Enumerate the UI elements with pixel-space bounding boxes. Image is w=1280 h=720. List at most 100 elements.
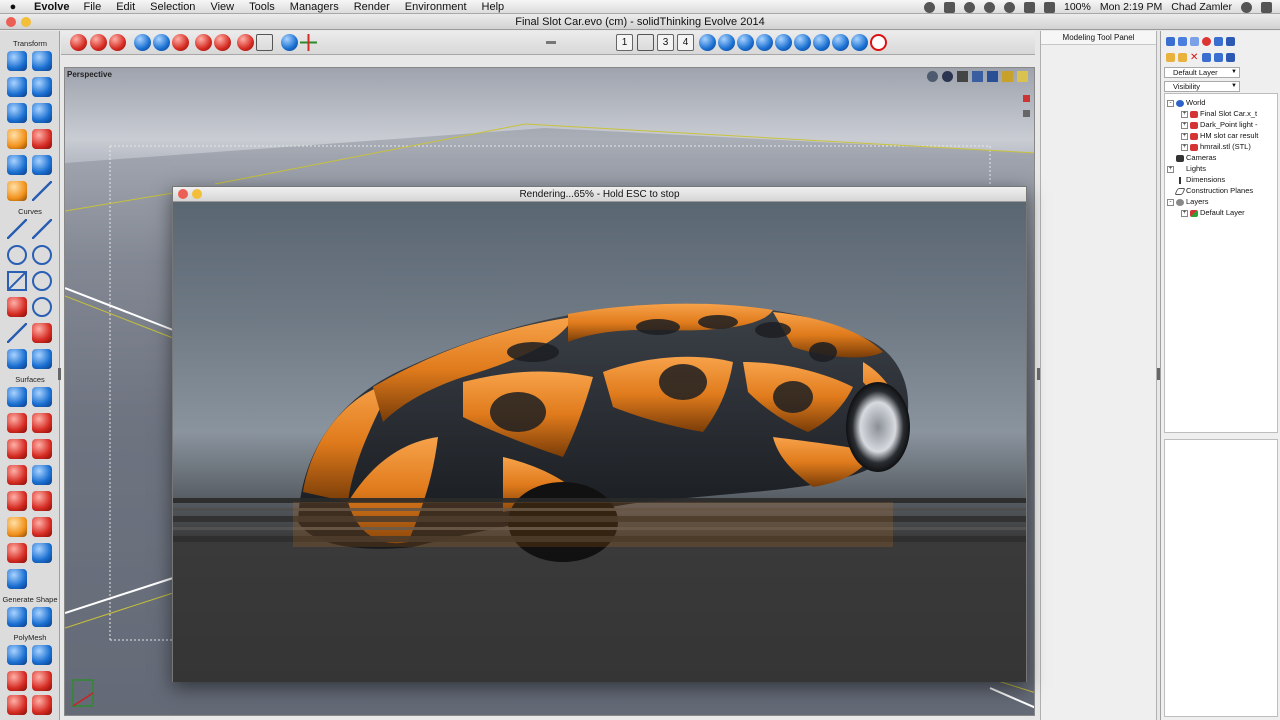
tree-item-lights[interactable]: + Lights [1167, 164, 1206, 173]
tree-item-construction-planes[interactable]: Construction Planes [1174, 186, 1253, 195]
new-layer-icon[interactable] [1178, 53, 1187, 62]
tree-item-world[interactable]: - World [1167, 98, 1205, 107]
patch-tool-icon[interactable] [32, 465, 52, 485]
menu-render[interactable]: Render [354, 1, 390, 13]
app-menu[interactable]: Evolve [26, 1, 69, 13]
menu-selection[interactable]: Selection [150, 1, 195, 13]
loft-tool-icon[interactable] [7, 439, 27, 459]
edit-parametric-icon[interactable] [813, 34, 830, 51]
trim-surface-tool-icon[interactable] [7, 517, 27, 537]
snap-points-icon[interactable] [195, 34, 212, 51]
sphere-tool-icon[interactable] [32, 51, 52, 71]
menu-edit[interactable]: Edit [116, 1, 135, 13]
expand-icon[interactable]: + [1181, 121, 1188, 129]
view-display-icon[interactable] [987, 71, 998, 82]
generate-tool-icon[interactable] [32, 607, 52, 627]
fillet-surface-tool-icon[interactable] [7, 491, 27, 511]
view-light-icon[interactable] [1002, 71, 1013, 82]
zoom-window-icon[interactable] [153, 34, 170, 51]
shell-tool-icon[interactable] [7, 543, 27, 563]
align-tool-icon[interactable] [7, 129, 27, 149]
menu-view[interactable]: View [210, 1, 234, 13]
tree-item-layers[interactable]: - Layers [1167, 197, 1209, 206]
tree-item-object[interactable]: + HM slot car result [1181, 131, 1258, 140]
close-window-icon[interactable] [6, 17, 16, 27]
polymesh-edit-tool-icon[interactable] [32, 645, 52, 665]
browser-views-icon[interactable] [1226, 37, 1235, 46]
polyline-tool-icon[interactable] [7, 219, 27, 239]
browser-cameras-icon[interactable] [1214, 37, 1223, 46]
plane-surface-tool-icon[interactable] [7, 387, 27, 407]
pivot-tool-icon[interactable] [7, 155, 27, 175]
view-layout-1-button[interactable]: 1 [616, 34, 633, 51]
viewport-record-icon[interactable] [1023, 95, 1030, 102]
trim-curve-tool-icon[interactable] [32, 323, 52, 343]
dropbox-icon[interactable] [943, 1, 955, 13]
view-camera-icon[interactable] [972, 71, 983, 82]
menu-help[interactable]: Help [482, 1, 505, 13]
optimize-shape-tool-icon[interactable] [7, 607, 27, 627]
edit-frame-icon[interactable] [794, 34, 811, 51]
render-settings-icon[interactable] [109, 34, 126, 51]
blend-curve-tool-icon[interactable] [7, 323, 27, 343]
collapse-icon[interactable]: - [1167, 99, 1174, 107]
tree-item-default-layer[interactable]: + Default Layer [1181, 208, 1245, 217]
browser-objects-icon[interactable] [1166, 37, 1175, 46]
surface-curve-tool-icon[interactable] [7, 569, 27, 589]
stitch-tool-icon[interactable] [32, 543, 52, 563]
extrude-tool-icon[interactable] [32, 387, 52, 407]
clock-icon[interactable] [963, 1, 975, 13]
polymesh-smooth-tool-icon[interactable] [7, 671, 27, 691]
polymesh-split-tool-icon[interactable] [32, 671, 52, 691]
render-minimize-icon[interactable] [192, 189, 202, 199]
snap-curves-icon[interactable] [214, 34, 231, 51]
view-layout-3-button[interactable]: 3 [657, 34, 674, 51]
new-folder-icon[interactable] [1166, 53, 1175, 62]
browser-layers-icon[interactable] [1178, 37, 1187, 46]
intersect-curve-tool-icon[interactable] [32, 349, 52, 369]
expand-icon[interactable]: + [1181, 110, 1188, 118]
boolean-tool-icon[interactable] [32, 517, 52, 537]
offset-surface-tool-icon[interactable] [32, 491, 52, 511]
viewport-pin-icon[interactable] [1023, 110, 1030, 117]
lock-icon[interactable] [1214, 53, 1223, 62]
edit-knot-icon[interactable] [737, 34, 754, 51]
tree-item-cameras[interactable]: Cameras [1176, 153, 1216, 162]
view-layout-grid-icon[interactable] [637, 34, 654, 51]
edit-weight-icon[interactable] [775, 34, 792, 51]
mirror-tool-icon[interactable] [32, 129, 52, 149]
menu-tools[interactable]: Tools [249, 1, 275, 13]
render-icon[interactable] [90, 34, 107, 51]
grid-icon[interactable] [172, 34, 189, 51]
visibility-dropdown[interactable]: Visibility ▼ [1164, 81, 1240, 92]
view-list-icon[interactable] [957, 71, 968, 82]
edit-tangent-icon[interactable] [756, 34, 773, 51]
deform-tool-icon[interactable] [32, 155, 52, 175]
select-icon[interactable] [281, 34, 298, 51]
browser-materials-icon[interactable] [1190, 37, 1199, 46]
edit-curvature-icon[interactable] [832, 34, 849, 51]
visibility-toggle-icon[interactable] [1202, 53, 1211, 62]
pick-icon[interactable] [1226, 53, 1235, 62]
render-close-icon[interactable] [178, 189, 188, 199]
expand-icon[interactable]: + [1181, 132, 1188, 140]
browser-splitter[interactable] [1157, 368, 1160, 380]
wifi-icon[interactable] [1003, 1, 1015, 13]
skin-tool-icon[interactable] [32, 439, 52, 459]
browser-lights-icon[interactable] [1202, 37, 1211, 46]
view-maximize-icon[interactable] [1017, 71, 1028, 82]
view-shading-icon[interactable] [942, 71, 953, 82]
expand-icon[interactable]: + [1181, 209, 1188, 217]
layer-dropdown[interactable]: Default Layer ▼ [1164, 67, 1240, 78]
volume-icon[interactable] [1023, 1, 1035, 13]
menu-environment[interactable]: Environment [405, 1, 467, 13]
snap-grid-icon[interactable] [256, 34, 273, 51]
toolbar-grip[interactable] [546, 41, 556, 44]
tree-item-object[interactable]: + Dark_Point light - [1181, 120, 1258, 129]
arc-tool-icon[interactable] [7, 245, 27, 265]
array-tool-icon[interactable] [7, 103, 27, 123]
delete-icon[interactable]: ✕ [1190, 53, 1199, 63]
notification-center-icon[interactable] [1261, 1, 1272, 13]
circle-tool-icon[interactable] [32, 245, 52, 265]
tree-item-dimensions[interactable]: Dimensions [1176, 175, 1225, 184]
